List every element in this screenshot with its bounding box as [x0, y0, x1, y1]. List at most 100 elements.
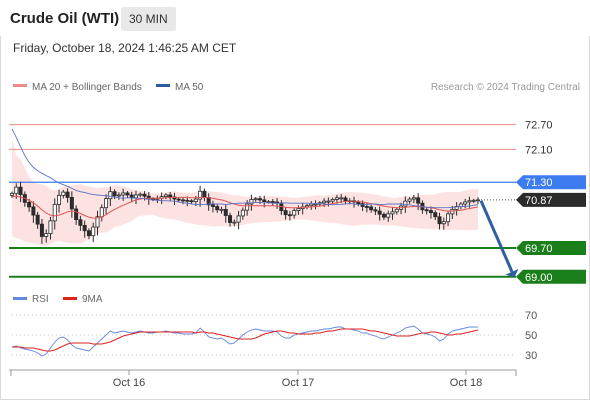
candle-body: [78, 219, 83, 226]
candle-body: [471, 199, 476, 202]
candle-body: [82, 224, 87, 232]
candle-body: [292, 210, 297, 216]
candle-body: [112, 191, 117, 197]
candle-body: [428, 210, 433, 214]
candle-body: [176, 198, 181, 201]
candle-body: [467, 200, 472, 203]
candle-body: [232, 221, 237, 224]
candle-body: [142, 193, 147, 197]
candle-body: [35, 214, 40, 225]
rsi-9ma-line: [12, 328, 479, 352]
ma50-legend-label: MA 50: [175, 82, 204, 93]
candle-body: [223, 208, 228, 216]
candle-body: [104, 198, 109, 209]
forecast-arrow-shaft: [479, 200, 514, 273]
level-label-72.70: 72.70: [525, 120, 553, 132]
candle-body: [236, 215, 241, 223]
rsi-legend-swatch: [13, 297, 27, 300]
candle-body: [108, 191, 113, 200]
price-chart: MA 20 + Bollinger Bands MA 50 Research ©…: [9, 82, 586, 389]
candle-body: [57, 194, 62, 205]
rsi-line: [11, 325, 478, 357]
candle-body: [287, 214, 292, 217]
candle-body: [450, 208, 455, 215]
candle-body: [133, 194, 138, 199]
candle-body: [245, 203, 250, 211]
candle-body: [407, 198, 412, 202]
candle-body: [44, 233, 49, 237]
candle-body: [86, 230, 91, 237]
copyright-text: Research © 2024 Trading Central: [431, 82, 580, 93]
level-label-69.00: 69.00: [525, 272, 553, 284]
candle-body: [446, 213, 451, 223]
ma50-legend-swatch: [156, 84, 170, 87]
rsi-ma-legend-label: 9MA: [82, 294, 103, 305]
rsi-plot-area: 70 50 30: [11, 310, 537, 362]
candle-body: [369, 206, 374, 211]
candle-body: [31, 206, 36, 216]
candle-body: [27, 201, 32, 208]
rsi-tick-label: 50: [525, 330, 537, 342]
candle-body: [441, 221, 446, 225]
candle-body: [386, 213, 391, 218]
candle-body: [334, 197, 339, 200]
candle-body: [65, 191, 70, 198]
x-tick-label: Oct 16: [113, 377, 145, 389]
candle-body: [99, 207, 104, 218]
candle-body: [364, 206, 369, 208]
candle-body: [411, 197, 416, 200]
candle-body: [14, 186, 19, 194]
candle-body: [202, 190, 207, 198]
candle-body: [9, 192, 14, 196]
x-axis: Oct 16 Oct 17 Oct 18: [9, 369, 517, 389]
candle-body: [74, 208, 79, 221]
candle-body: [437, 216, 442, 225]
candle-body: [343, 197, 348, 202]
x-tick-label: Oct 17: [282, 377, 314, 389]
candle-body: [240, 209, 245, 217]
candle-body: [210, 204, 215, 207]
candle-body: [416, 197, 421, 204]
price-plot-area: 72.70 72.10 71.30 70.87 69.70 69.00: [9, 120, 586, 284]
level-label-71.30: 71.30: [525, 177, 553, 189]
candle-body: [433, 212, 438, 218]
candle-body: [189, 200, 194, 203]
x-tick-label: Oct 18: [450, 377, 482, 389]
candle-body: [373, 209, 378, 212]
level-label-72.10: 72.10: [525, 144, 553, 156]
candle-body: [185, 199, 190, 202]
candle-body: [168, 194, 173, 198]
candle-body: [52, 204, 57, 222]
candle-body: [270, 201, 275, 203]
candle-body: [253, 198, 258, 201]
candle-body: [381, 213, 386, 218]
rsi-legend-label: RSI: [32, 294, 49, 305]
level-label-69.70: 69.70: [525, 243, 553, 255]
candle-body: [48, 220, 53, 235]
candle-body: [257, 198, 262, 201]
candle-body: [219, 208, 224, 211]
candle-body: [193, 198, 198, 202]
rsi-tick-label: 70: [525, 310, 537, 322]
candle-body: [296, 208, 301, 211]
candle-body: [356, 201, 361, 204]
candle-body: [475, 199, 480, 202]
level-label-70.87: 70.87: [525, 195, 553, 207]
candle-body: [283, 210, 288, 216]
candle-body: [39, 223, 44, 237]
candle-body: [424, 209, 429, 212]
candle-body: [228, 215, 233, 223]
candle-body: [403, 200, 408, 207]
candle-body: [394, 208, 399, 213]
candle-body: [390, 211, 395, 215]
candle-body: [249, 199, 254, 205]
rsi-ma-legend-swatch: [63, 297, 77, 300]
candle-body: [377, 210, 382, 215]
candle-body: [91, 226, 96, 237]
candle-body: [125, 192, 130, 196]
candle-body: [61, 191, 66, 196]
candle-body: [116, 194, 121, 197]
candle-body: [69, 197, 74, 210]
candle-body: [138, 193, 143, 196]
ma20-legend-swatch: [13, 84, 27, 87]
